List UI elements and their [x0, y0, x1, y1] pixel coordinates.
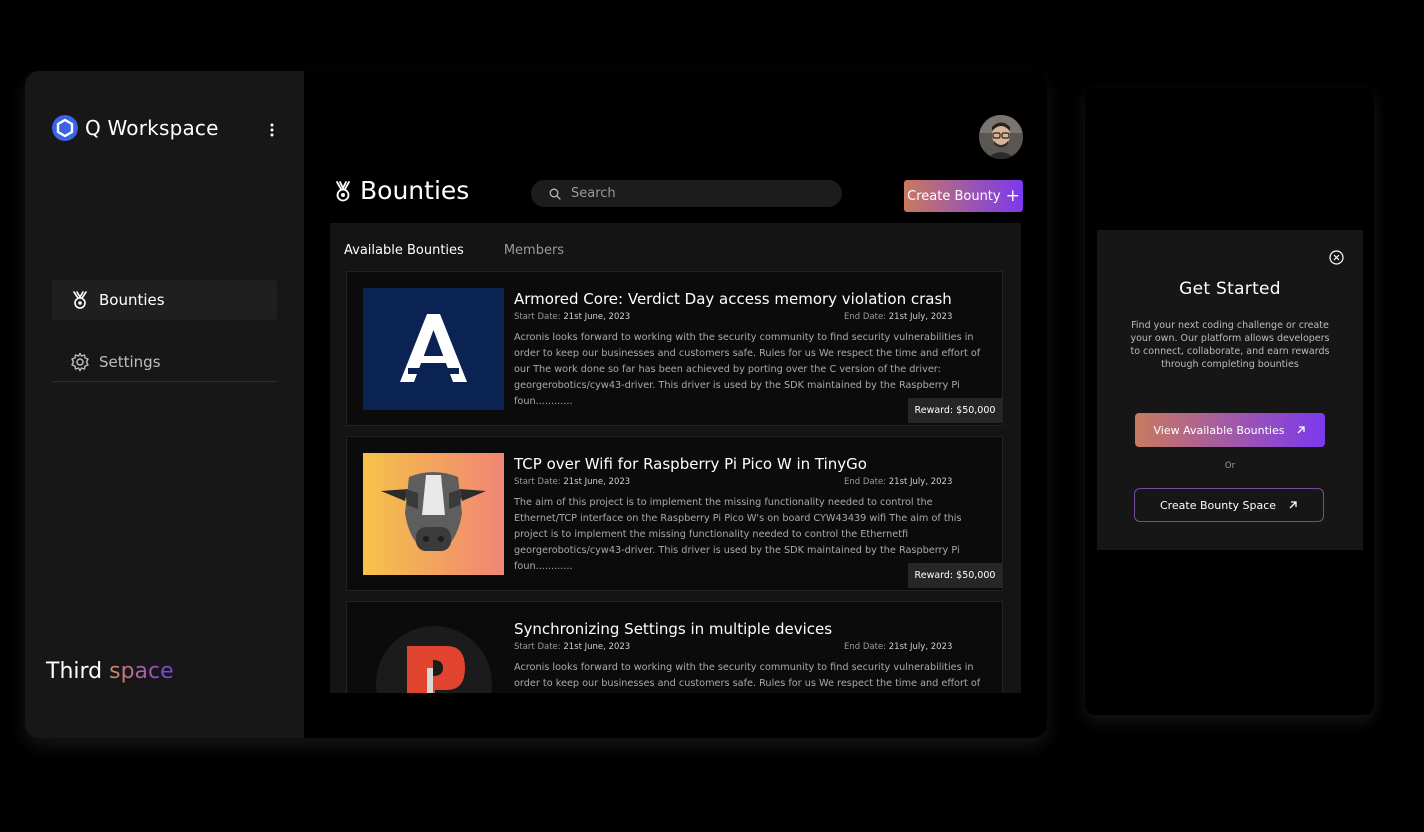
avatar-image	[979, 115, 1023, 159]
acronis-logo-image	[363, 288, 504, 410]
sidebar-item-bounties[interactable]: Bounties	[52, 280, 277, 320]
cow-logo-image	[363, 453, 504, 575]
start-date: 21st June, 2023	[563, 642, 631, 652]
bounty-title: Armored Core: Verdict Day access memory …	[514, 290, 952, 308]
bounty-card[interactable]: Synchronizing Settings in multiple devic…	[346, 601, 1003, 693]
arrow-up-right-icon	[1289, 501, 1297, 509]
bounty-dates: Start Date: 21st June, 2023 End Date: 21…	[514, 477, 952, 487]
or-divider: Or	[1224, 461, 1236, 471]
bounty-card[interactable]: Armored Core: Verdict Day access memory …	[346, 271, 1003, 426]
sidebar-item-label: Settings	[99, 352, 161, 371]
plus-icon: +	[1005, 185, 1020, 206]
tab-members[interactable]: Members	[504, 243, 564, 258]
create-bounty-space-button[interactable]: Create Bounty Space	[1134, 488, 1324, 522]
bounty-icon	[336, 180, 350, 201]
page-title: Bounties	[333, 176, 469, 205]
user-avatar[interactable]	[979, 115, 1023, 159]
sidebar-item-label: Bounties	[99, 291, 165, 309]
sidebar-item-settings[interactable]: Settings	[52, 342, 277, 382]
start-date: 21st June, 2023	[563, 312, 631, 322]
reward-badge: Reward: $50,000	[908, 398, 1002, 423]
app-window: Q Workspace Bounties Settings Third spac…	[25, 71, 1047, 738]
start-date-label: Start Date:	[514, 477, 561, 487]
reward-badge: Reward: $50,000	[908, 563, 1002, 588]
get-started-modal: Get Started Find your next coding challe…	[1097, 230, 1363, 550]
create-bounty-button[interactable]: Create Bounty +	[904, 180, 1023, 212]
view-available-bounties-button[interactable]: View Available Bounties	[1135, 413, 1325, 447]
bounty-card[interactable]: TCP over Wifi for Raspberry Pi Pico W in…	[346, 436, 1003, 591]
more-options-icon[interactable]	[269, 122, 275, 138]
bounty-icon	[73, 291, 87, 309]
tab-bar: Available Bounties Members	[344, 243, 604, 258]
modal-title: Get Started	[1179, 279, 1281, 299]
gear-icon	[71, 352, 89, 371]
bounty-dates: Start Date: 21st June, 2023 End Date: 21…	[514, 312, 952, 322]
footer-brand-first: Third	[46, 659, 103, 684]
pocket-logo-image	[363, 618, 504, 693]
bounties-panel: Available Bounties Members Armored Core:…	[330, 223, 1021, 693]
workspace-name: Q Workspace	[85, 116, 219, 140]
end-date-label: End Date:	[844, 477, 887, 487]
modal-description: Find your next coding challenge or creat…	[1130, 320, 1330, 370]
end-date-label: End Date:	[844, 642, 887, 652]
bounty-title: TCP over Wifi for Raspberry Pi Pico W in…	[514, 455, 867, 473]
footer-brand-logo: Third space	[46, 659, 174, 684]
page-title-text: Bounties	[360, 176, 470, 205]
tab-available-bounties[interactable]: Available Bounties	[344, 243, 464, 258]
sidebar: Q Workspace Bounties Settings Third spac…	[25, 71, 304, 738]
end-date: 21st July, 2023	[888, 312, 953, 322]
end-date: 21st July, 2023	[888, 477, 953, 487]
end-date: 21st July, 2023	[888, 642, 953, 652]
view-bounties-label: View Available Bounties	[1153, 423, 1285, 437]
search-bar[interactable]	[531, 180, 842, 207]
workspace-logo-icon	[52, 115, 78, 141]
search-icon	[549, 188, 561, 200]
start-date-label: Start Date:	[514, 312, 561, 322]
footer-brand-second: space	[109, 659, 174, 684]
bounty-title: Synchronizing Settings in multiple devic…	[514, 620, 833, 638]
bounty-description: Acronis looks forward to working with th…	[514, 662, 981, 689]
create-space-label: Create Bounty Space	[1159, 498, 1277, 512]
bounty-dates: Start Date: 21st June, 2023 End Date: 21…	[514, 642, 952, 652]
search-input[interactable]	[569, 185, 813, 202]
brand[interactable]: Q Workspace	[52, 115, 219, 141]
start-date: 21st June, 2023	[563, 477, 631, 487]
arrow-up-right-icon	[1298, 426, 1306, 434]
create-bounty-label: Create Bounty	[907, 188, 1001, 204]
start-date-label: Start Date:	[514, 642, 561, 652]
close-icon[interactable]	[1329, 250, 1344, 265]
end-date-label: End Date:	[844, 312, 887, 322]
